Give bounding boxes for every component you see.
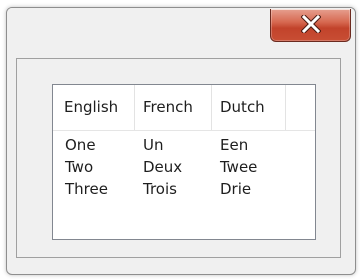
cell-english: Two <box>65 158 94 176</box>
column-header-french[interactable]: French <box>135 85 212 130</box>
column-header-english[interactable]: English <box>53 85 135 130</box>
list-view[interactable]: English French Dutch One Un Een Two Deux… <box>52 84 316 240</box>
cell-dutch: Een <box>220 136 249 154</box>
column-header-filler <box>286 85 315 130</box>
cell-dutch: Twee <box>220 158 258 176</box>
cell-english: One <box>65 136 96 154</box>
list-item[interactable]: One Un Een <box>53 134 315 156</box>
list-item[interactable]: Three Trois Drie <box>53 178 315 200</box>
cell-english: Three <box>65 180 108 198</box>
close-button[interactable] <box>270 9 351 42</box>
list-item[interactable]: Two Deux Twee <box>53 156 315 178</box>
screen: English French Dutch One Un Een Two Deux… <box>0 0 360 279</box>
title-bar[interactable] <box>7 8 355 46</box>
cell-french: Trois <box>143 180 177 198</box>
cell-french: Deux <box>143 158 183 176</box>
list-view-header: English French Dutch <box>53 85 315 131</box>
cell-dutch: Drie <box>220 180 252 198</box>
close-x-icon <box>301 15 321 33</box>
cell-french: Un <box>143 136 164 154</box>
column-header-dutch[interactable]: Dutch <box>212 85 286 130</box>
